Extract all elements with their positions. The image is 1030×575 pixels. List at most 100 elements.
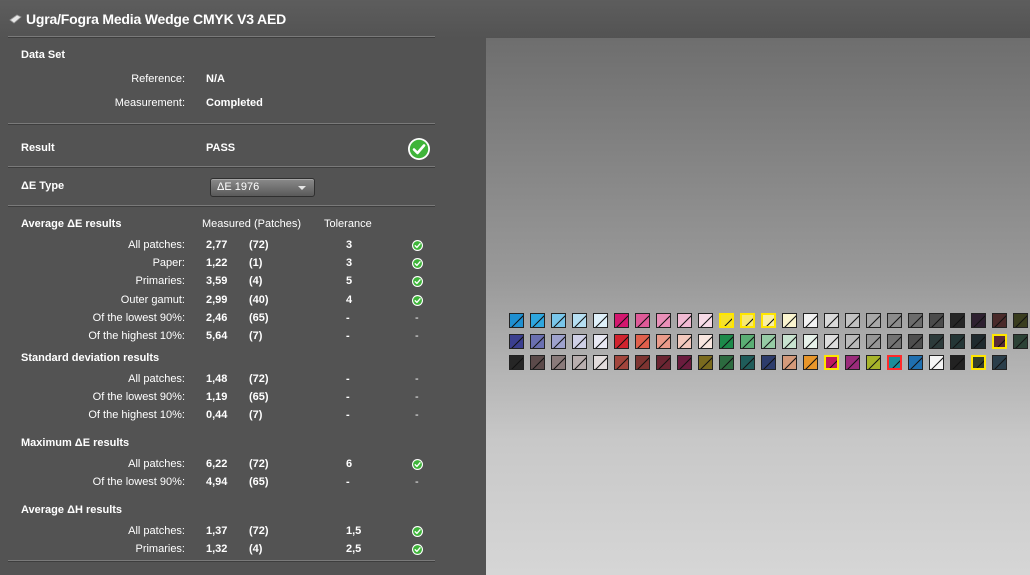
color-patch[interactable] [572,355,587,370]
color-patch[interactable] [551,313,566,328]
color-patch[interactable] [635,334,650,349]
color-patch[interactable] [593,355,608,370]
patch-count: (65) [249,391,269,403]
color-patch[interactable] [845,355,860,370]
color-patch[interactable] [1013,313,1028,328]
color-patch[interactable] [782,355,797,370]
tolerance-value: - [346,312,350,324]
patch-count: (72) [249,458,269,470]
measured-value: 0,44 [206,409,228,421]
color-patch[interactable] [509,334,524,349]
section-header: Standard deviation results [21,352,160,364]
color-patch[interactable] [530,334,545,349]
color-patch[interactable] [950,355,965,370]
patch-count: (1) [249,257,263,269]
color-patch[interactable] [908,313,923,328]
color-patch[interactable] [698,355,713,370]
color-patch[interactable] [551,355,566,370]
color-patch[interactable] [614,334,629,349]
patch-count: (40) [249,294,269,306]
color-patch[interactable] [509,355,524,370]
reference-label: Reference: [131,73,185,85]
color-patch[interactable] [614,355,629,370]
color-patch[interactable] [614,313,629,328]
color-patch[interactable] [1013,334,1028,349]
color-patch[interactable] [845,313,860,328]
de-type-dropdown[interactable]: ΔE 1976 [210,178,315,197]
color-patch[interactable] [593,313,608,328]
color-patch[interactable] [719,355,734,370]
result-value: PASS [206,142,236,154]
color-patch[interactable] [593,334,608,349]
color-patch[interactable] [761,334,776,349]
patch-count: (72) [249,525,269,537]
color-patch[interactable] [845,334,860,349]
color-patch[interactable] [719,313,734,328]
color-patch[interactable] [551,334,566,349]
patch-count: (4) [249,543,263,555]
color-patch[interactable] [530,355,545,370]
color-patch[interactable] [656,334,671,349]
color-patch[interactable] [971,313,986,328]
pass-check-icon [412,295,423,306]
wedge-icon [9,14,22,24]
tolerance-value: - [346,391,350,403]
color-patch[interactable] [929,334,944,349]
color-patch[interactable] [572,313,587,328]
measured-value: 1,48 [206,373,228,385]
color-patch[interactable] [803,334,818,349]
status-dash: - [415,391,419,403]
color-patch[interactable] [656,313,671,328]
color-patch[interactable] [677,355,692,370]
title-bar: Ugra/Fogra Media Wedge CMYK V3 AED [0,0,1030,38]
color-patch[interactable] [698,334,713,349]
color-patch[interactable] [824,355,839,370]
reference-value: N/A [206,73,225,85]
color-patch[interactable] [824,313,839,328]
color-patch[interactable] [866,313,881,328]
color-patch[interactable] [656,355,671,370]
color-patch[interactable] [992,355,1007,370]
row-label: Of the lowest 90%: [92,312,185,324]
color-patch[interactable] [971,355,986,370]
color-patch[interactable] [635,313,650,328]
row-label: All patches: [128,525,185,537]
patch-count: (72) [249,373,269,385]
color-patch[interactable] [761,355,776,370]
color-patch[interactable] [866,334,881,349]
color-patch[interactable] [950,313,965,328]
color-patch[interactable] [803,313,818,328]
color-patch[interactable] [824,334,839,349]
tolerance-value: 2,5 [346,543,362,555]
color-patch[interactable] [929,355,944,370]
color-patch[interactable] [908,355,923,370]
color-patch[interactable] [782,313,797,328]
color-patch[interactable] [740,334,755,349]
color-patch[interactable] [950,334,965,349]
color-patch[interactable] [992,334,1007,349]
color-patch[interactable] [698,313,713,328]
color-patch[interactable] [509,313,524,328]
color-patch[interactable] [719,334,734,349]
color-patch[interactable] [530,313,545,328]
color-patch[interactable] [677,334,692,349]
color-patch[interactable] [803,355,818,370]
results-panel [0,38,486,575]
color-patch[interactable] [677,313,692,328]
color-patch[interactable] [782,334,797,349]
media-wedge-panel [486,38,1030,575]
color-patch[interactable] [887,334,902,349]
color-patch[interactable] [635,355,650,370]
color-patch[interactable] [866,355,881,370]
color-patch[interactable] [761,313,776,328]
color-patch[interactable] [740,313,755,328]
color-patch[interactable] [908,334,923,349]
divider [8,123,435,124]
color-patch[interactable] [572,334,587,349]
color-patch[interactable] [992,313,1007,328]
color-patch[interactable] [887,355,902,370]
color-patch[interactable] [929,313,944,328]
color-patch[interactable] [971,334,986,349]
color-patch[interactable] [887,313,902,328]
color-patch[interactable] [740,355,755,370]
